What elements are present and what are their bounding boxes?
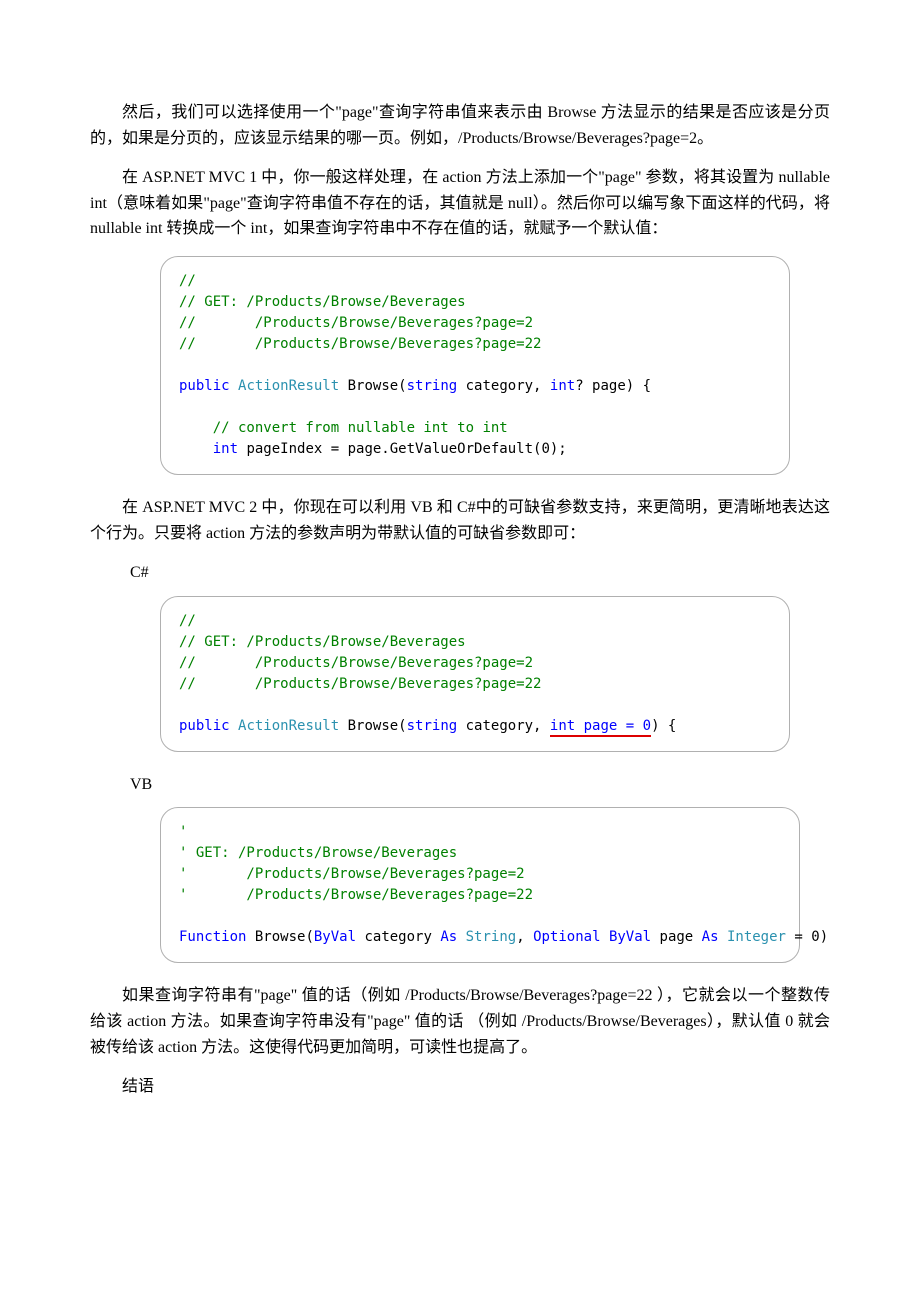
code-text: Browse(	[339, 378, 406, 394]
code-block-2: // // GET: /Products/Browse/Beverages //…	[160, 596, 790, 752]
code-kw: int	[550, 378, 575, 394]
paragraph-1: 然后，我们可以选择使用一个"page"查询字符串值来表示由 Browse 方法显…	[90, 100, 830, 151]
code-block-1: // // GET: /Products/Browse/Beverages //…	[160, 256, 790, 475]
paragraph-2: 在 ASP.NET MVC 1 中，你一般这样处理，在 action 方法上添加…	[90, 165, 830, 242]
code-kw: string	[407, 378, 458, 394]
code-comment: '	[179, 824, 187, 840]
code-comment: ' GET: /Products/Browse/Beverages	[179, 845, 457, 861]
code-block-3: ' ' GET: /Products/Browse/Beverages ' /P…	[160, 807, 800, 963]
code-kw: Optional	[533, 929, 600, 945]
code-comment: ' /Products/Browse/Beverages?page=2	[179, 866, 525, 882]
code-comment: //	[179, 273, 196, 289]
code-comment: //	[179, 613, 196, 629]
code-type: String	[466, 929, 517, 945]
code-text: category	[356, 929, 440, 945]
code-text: category,	[457, 718, 550, 734]
code-comment: ' /Products/Browse/Beverages?page=22	[179, 887, 533, 903]
code-comment: // GET: /Products/Browse/Beverages	[179, 294, 466, 310]
label-vb: VB	[130, 772, 830, 798]
code-comment: // /Products/Browse/Beverages?page=2	[179, 315, 533, 331]
code-text: ? page) {	[575, 378, 651, 394]
code-text: ,	[516, 929, 533, 945]
code-kw: As	[440, 929, 457, 945]
code-kw: string	[407, 718, 458, 734]
code-block-1-container: // // GET: /Products/Browse/Beverages //…	[160, 256, 790, 475]
paragraph-3: 在 ASP.NET MVC 2 中，你现在可以利用 VB 和 C#中的可缺省参数…	[90, 495, 830, 546]
code-kw: public	[179, 378, 230, 394]
code-kw: public	[179, 718, 230, 734]
code-text: page	[651, 929, 702, 945]
code-kw: Function	[179, 929, 246, 945]
code-comment: // /Products/Browse/Beverages?page=22	[179, 336, 541, 352]
code-block-2-container: // // GET: /Products/Browse/Beverages //…	[160, 596, 790, 752]
code-text: ) {	[651, 718, 676, 734]
code-type: ActionResult	[238, 378, 339, 394]
code-comment: // /Products/Browse/Beverages?page=2	[179, 655, 533, 671]
code-underlined: int page = 0	[550, 718, 651, 737]
code-type: Integer	[727, 929, 786, 945]
code-comment: // GET: /Products/Browse/Beverages	[179, 634, 466, 650]
code-text: = 0)	[786, 929, 828, 945]
label-csharp: C#	[130, 560, 830, 586]
paragraph-4: 如果查询字符串有"page" 值的话（例如 /Products/Browse/B…	[90, 983, 830, 1060]
code-comment: // convert from nullable int to int	[179, 420, 508, 436]
code-kw: ByVal	[314, 929, 356, 945]
code-kw: As	[702, 929, 719, 945]
code-text: pageIndex = page.GetValueOrDefault(0);	[238, 441, 567, 457]
code-comment: // /Products/Browse/Beverages?page=22	[179, 676, 541, 692]
code-text: category,	[457, 378, 550, 394]
paragraph-5: 结语	[90, 1074, 830, 1100]
code-text: Browse(	[339, 718, 406, 734]
code-type: ActionResult	[238, 718, 339, 734]
code-text: Browse(	[246, 929, 313, 945]
code-kw: ByVal	[609, 929, 651, 945]
code-kw: int	[213, 441, 238, 457]
